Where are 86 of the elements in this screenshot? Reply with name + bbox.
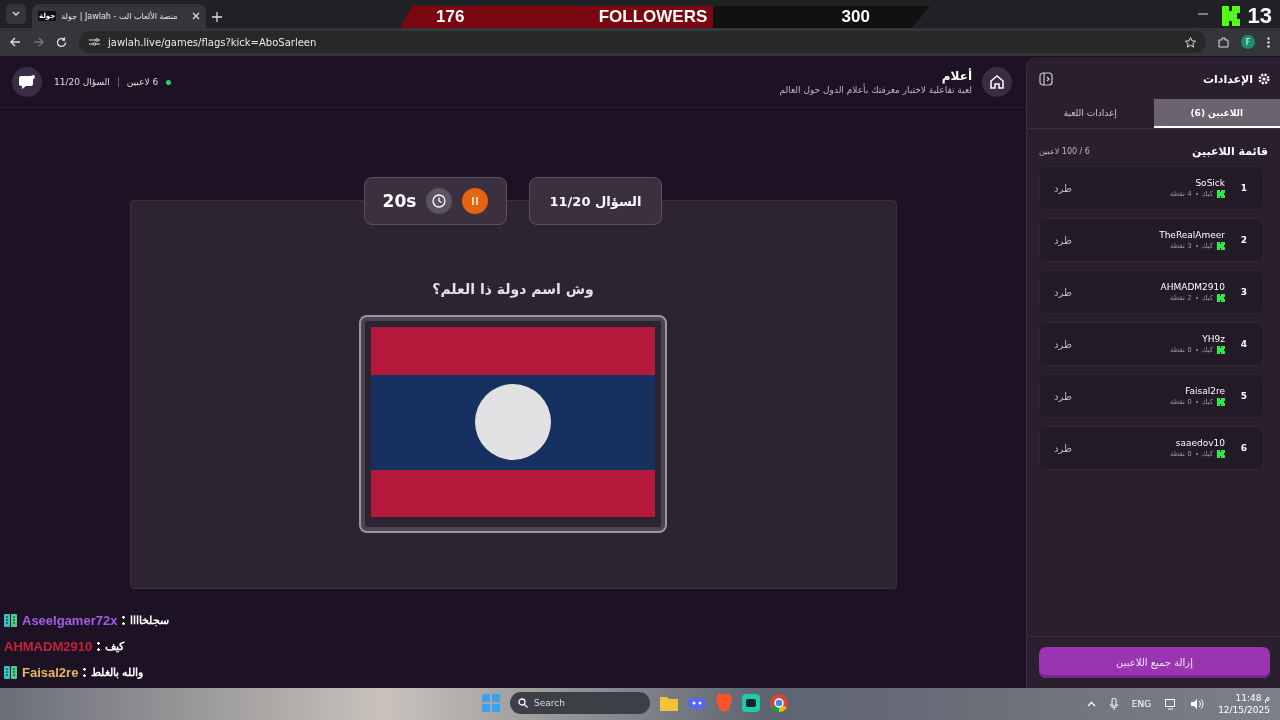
game-title: أعلام xyxy=(940,69,972,83)
question-text: وش اسم دولة ذا العلم؟ xyxy=(432,281,594,297)
minimize-icon xyxy=(1198,13,1208,15)
k-logo-icon xyxy=(1221,6,1242,26)
chat-username: Faisal2re xyxy=(22,664,79,680)
k-logo-icon xyxy=(1217,398,1225,406)
gamepad-icon[interactable] xyxy=(688,695,706,711)
chevron-icon xyxy=(12,11,20,17)
back-icon xyxy=(10,37,21,47)
tab-list-button[interactable] xyxy=(6,4,26,24)
follower-label: FOLLOWERS xyxy=(598,7,708,27)
taskbar-search[interactable]: Search xyxy=(510,692,650,714)
players-status: 6 لاعبين xyxy=(126,77,159,87)
follower-goal: 300 xyxy=(841,7,870,27)
game-subtitle: لعبة تفاعلية لاختبار معرفتك بأعلام الدول حول العالم xyxy=(779,85,972,95)
sidebar-tab[interactable]: إعدادات اللعبة xyxy=(1027,99,1154,128)
close-icon xyxy=(192,12,200,20)
sidebar-tab[interactable]: اللاعبين (6) xyxy=(1153,99,1280,128)
viewer-count: 13 xyxy=(1247,3,1272,29)
player-name: YH9z xyxy=(1201,334,1225,344)
chat-bubble-icon xyxy=(19,74,35,90)
settings-icon xyxy=(1258,73,1270,85)
k-logo-icon xyxy=(1217,294,1225,302)
address-bar[interactable]: jawlah.live/games/flags?kick=AboSarleen xyxy=(79,31,1206,53)
chrome-icon[interactable] xyxy=(770,694,788,712)
player-rank: 3 xyxy=(1239,287,1249,297)
folder-icon[interactable] xyxy=(660,695,678,711)
k-logo-icon xyxy=(1217,242,1225,250)
player-rank: 6 xyxy=(1239,443,1249,453)
player-name: Faisal2re xyxy=(1184,386,1225,396)
collapse-panel-icon xyxy=(1039,72,1053,86)
k-logo-icon xyxy=(1217,346,1225,354)
player-rank: 4 xyxy=(1239,339,1249,349)
input-language[interactable]: ENG xyxy=(1131,699,1152,709)
clock-time: 11:48 م xyxy=(1234,692,1270,704)
question-counter: السؤال 11/20 xyxy=(529,177,662,225)
chevron-up-icon[interactable] xyxy=(1086,701,1096,707)
player-rank: 2 xyxy=(1239,235,1249,245)
speaker-icon xyxy=(1191,699,1205,709)
pause-button[interactable] xyxy=(462,188,489,214)
chat-username: Aseelgamer72x xyxy=(22,612,118,628)
k-logo-icon xyxy=(1217,450,1225,458)
site-settings-icon xyxy=(89,37,100,47)
kick-button[interactable]: طرد xyxy=(1050,182,1076,194)
new-tab-icon xyxy=(212,12,222,22)
follower-count: 176 xyxy=(436,7,465,27)
extensions-icon xyxy=(1218,36,1229,48)
chat-username: AHMADM2910 xyxy=(4,638,93,654)
player-rank: 1 xyxy=(1239,183,1249,193)
home-button[interactable] xyxy=(982,67,1012,97)
clock-date: 12/15/2025 xyxy=(1218,704,1270,716)
question-status: السؤال 11/20 xyxy=(54,77,110,87)
chat-message: سجلخاااا xyxy=(130,613,170,627)
network-icon xyxy=(1165,698,1178,710)
chat-message: كيف xyxy=(105,639,125,653)
microphone-icon xyxy=(1109,698,1118,710)
kick-button[interactable]: طرد xyxy=(1050,234,1076,246)
kick-button[interactable]: طرد xyxy=(1050,390,1076,402)
player-count: 6 / 100 لاعبين xyxy=(1039,147,1090,156)
profile-avatar[interactable]: F xyxy=(1241,35,1255,49)
player-name: TheRealAmeer xyxy=(1158,230,1225,240)
tab-title: جولة | Jawlah - منصة الألعاب الت xyxy=(61,11,179,21)
list-title: قائمة اللاعبين xyxy=(1192,145,1268,158)
remove-all-button[interactable]: إزالة جميع اللاعبين xyxy=(1039,647,1270,678)
home-icon xyxy=(989,74,1005,90)
timer-value: 20s xyxy=(382,191,417,211)
chat-button[interactable] xyxy=(12,67,42,97)
player-name: AHMADM2910 xyxy=(1159,282,1225,292)
kick-button[interactable]: طرد xyxy=(1050,286,1076,298)
status-dot xyxy=(166,79,172,85)
kick-button[interactable]: طرد xyxy=(1050,338,1076,350)
pause-icon xyxy=(472,197,479,205)
menu-icon xyxy=(1267,36,1270,48)
k-logo-icon xyxy=(1217,190,1225,198)
reload-icon xyxy=(56,36,67,48)
player-rank: 5 xyxy=(1239,391,1249,401)
bookmark-star-icon xyxy=(1185,36,1196,48)
player-name: SoSick xyxy=(1194,178,1225,188)
sidebar-title: الإعدادات xyxy=(1202,72,1253,86)
chat-message: والله بالغلط xyxy=(91,665,144,679)
url-text: jawlah.live/games/flags?kick=AboSarleen xyxy=(108,36,318,48)
kick-button[interactable]: طرد xyxy=(1050,442,1076,454)
search-icon xyxy=(518,698,528,708)
clock-icon xyxy=(432,194,447,208)
player-name: saaedov10 xyxy=(1174,438,1225,448)
forward-icon xyxy=(33,37,44,47)
